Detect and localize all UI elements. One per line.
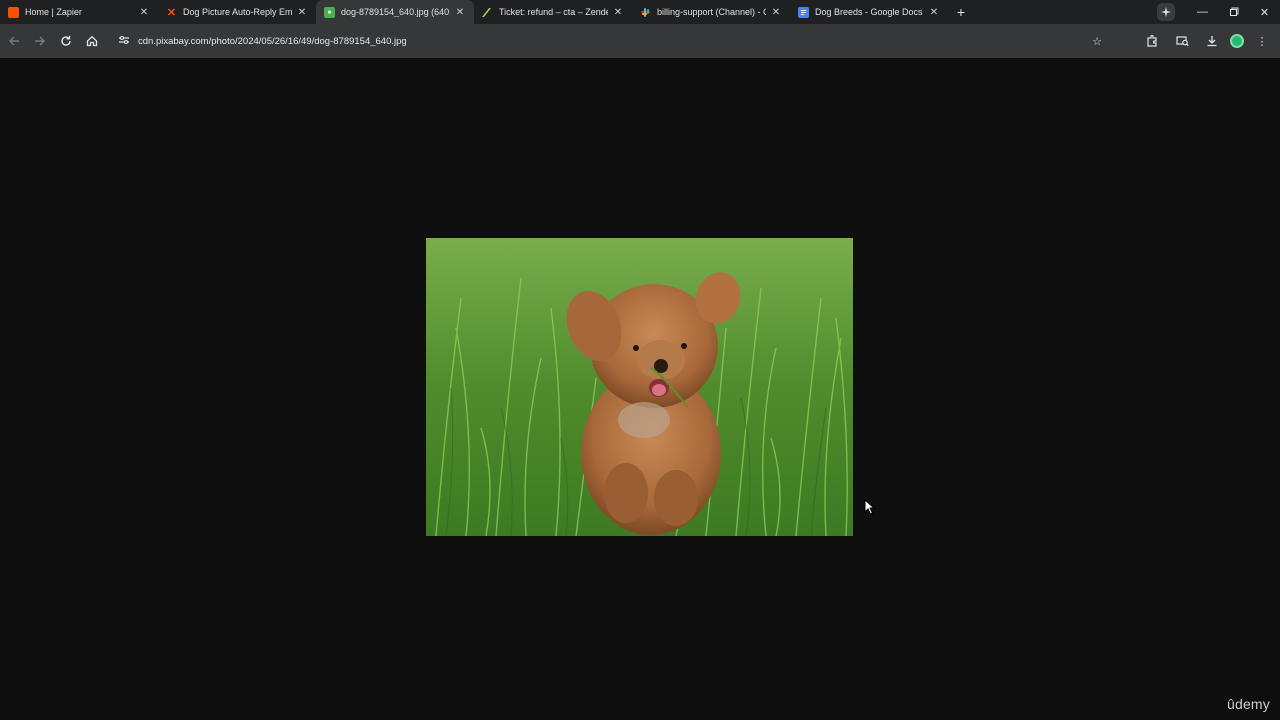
zapier-x-icon: ✕ [166, 6, 177, 19]
close-icon[interactable]: ✕ [770, 7, 782, 18]
close-window-button[interactable]: ✕ [1249, 0, 1280, 24]
menu-kebab-icon[interactable]: ⋮ [1250, 29, 1274, 53]
tab-title: Ticket: refund – cta – Zendesk [499, 7, 608, 17]
close-icon[interactable]: ✕ [296, 7, 308, 18]
profile-avatar[interactable] [1230, 34, 1244, 48]
download-icon[interactable] [1200, 29, 1224, 53]
forward-button[interactable] [28, 29, 52, 53]
close-icon[interactable]: ✕ [612, 7, 624, 18]
restore-button[interactable] [1218, 0, 1249, 24]
dog-photo [426, 238, 853, 536]
url-text[interactable]: cdn.pixabay.com/photo/2024/05/26/16/49/d… [138, 36, 1092, 47]
close-icon[interactable]: ✕ [454, 7, 466, 18]
tab-search-icon[interactable] [1170, 29, 1194, 53]
close-icon[interactable]: ✕ [138, 7, 150, 18]
udemy-watermark: ûdemy [1226, 696, 1270, 712]
extensions-icon[interactable] [1140, 29, 1164, 53]
zapier-icon [8, 6, 19, 18]
tab-title: dog-8789154_640.jpg (640×42 [341, 7, 450, 17]
tab-title: Home | Zapier [25, 7, 82, 17]
tab-title: billing-support (Channel) - Clo [657, 7, 766, 17]
close-icon[interactable]: ✕ [928, 7, 940, 18]
bookmark-star-icon[interactable]: ☆ [1092, 35, 1102, 48]
google-docs-icon [798, 6, 809, 18]
reload-button[interactable] [54, 29, 78, 53]
tab-strip: Home | Zapier ✕ ✕ Dog Picture Auto-Reply… [0, 0, 1280, 24]
mouse-cursor-icon [864, 499, 876, 515]
image-icon: ● [324, 6, 335, 18]
image-viewer-content: ûdemy [0, 58, 1280, 720]
tab-dog-picture-email[interactable]: ✕ Dog Picture Auto-Reply Email | ✕ [158, 0, 316, 24]
tab-google-docs[interactable]: Dog Breeds - Google Docs ✕ [790, 0, 948, 24]
address-bar[interactable]: cdn.pixabay.com/photo/2024/05/26/16/49/d… [110, 28, 1110, 54]
site-info-icon[interactable] [118, 35, 132, 48]
minimize-button[interactable]: — [1187, 0, 1218, 24]
search-tabs-button[interactable] [1157, 3, 1175, 21]
back-button[interactable] [2, 29, 26, 53]
slack-icon [640, 7, 651, 18]
tab-zendesk-ticket[interactable]: Ticket: refund – cta – Zendesk ✕ [474, 0, 632, 24]
tab-title: Dog Picture Auto-Reply Email | [183, 7, 292, 17]
tab-billing-support[interactable]: billing-support (Channel) - Clo ✕ [632, 0, 790, 24]
tab-title: Dog Breeds - Google Docs [815, 7, 923, 17]
new-tab-button[interactable]: + [948, 0, 974, 24]
zendesk-icon [482, 7, 493, 18]
browser-toolbar: cdn.pixabay.com/photo/2024/05/26/16/49/d… [0, 24, 1280, 58]
home-button[interactable] [80, 29, 104, 53]
tab-dog-image[interactable]: ● dog-8789154_640.jpg (640×42 ✕ [316, 0, 474, 24]
tab-zapier-home[interactable]: Home | Zapier ✕ [0, 0, 158, 24]
